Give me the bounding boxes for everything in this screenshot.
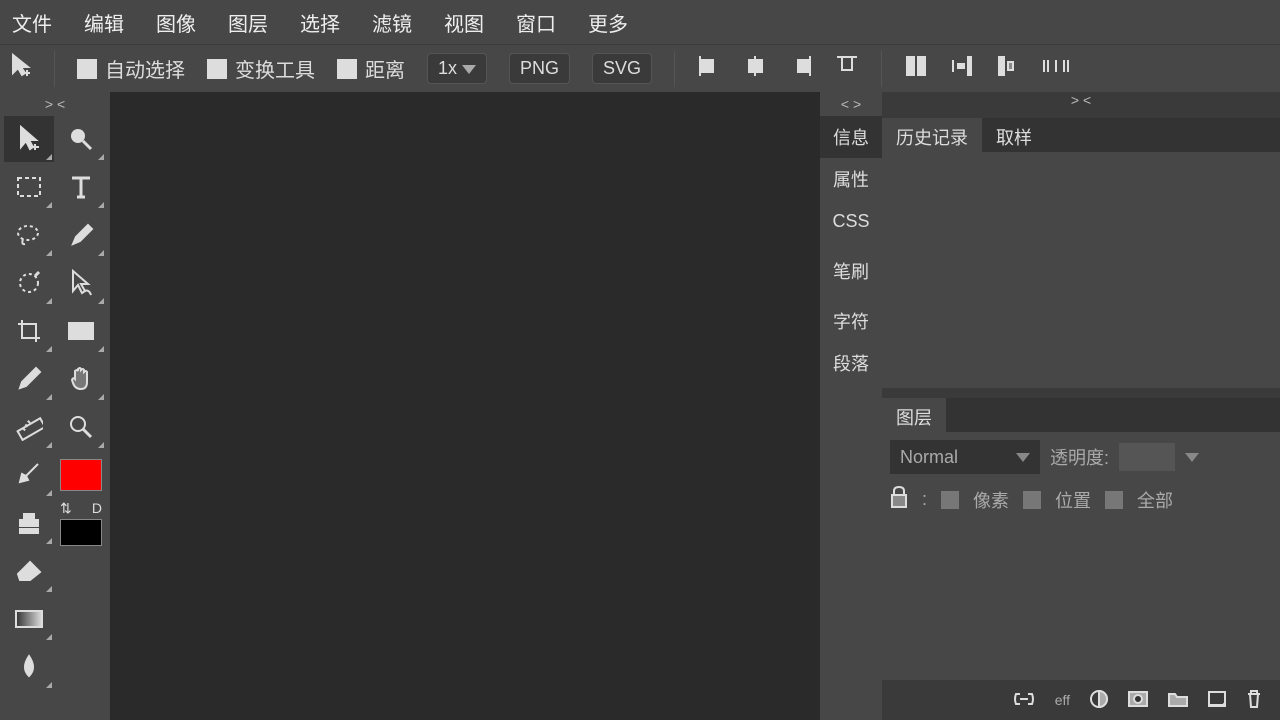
menu-select[interactable]: 选择 xyxy=(300,8,340,37)
tab-info[interactable]: 信息 xyxy=(820,116,882,158)
menu-more[interactable]: 更多 xyxy=(588,8,628,37)
menu-image[interactable]: 图像 xyxy=(156,8,196,37)
marquee-tool[interactable] xyxy=(4,164,54,210)
layers-list[interactable] xyxy=(882,527,1280,680)
distribute-4-icon[interactable] xyxy=(1042,54,1070,84)
move-tool-icon xyxy=(10,53,32,85)
tab-paragraph[interactable]: 段落 xyxy=(820,342,882,384)
rectangle-tool[interactable] xyxy=(56,308,106,354)
menu-bar: 文件 编辑 图像 图层 选择 滤镜 视图 窗口 更多 xyxy=(0,0,1280,44)
distribute-1-icon[interactable] xyxy=(904,54,928,84)
blur-tool[interactable] xyxy=(4,644,54,690)
move-tool[interactable] xyxy=(4,116,54,162)
tabs-dock-toggle[interactable]: < > xyxy=(820,96,882,112)
menu-view[interactable]: 视图 xyxy=(444,8,484,37)
eraser-tool[interactable] xyxy=(4,548,54,594)
auto-select-checkbox[interactable]: 自动选择 xyxy=(77,54,185,83)
default-colors-icon: D xyxy=(92,500,102,517)
hand-tool[interactable] xyxy=(56,356,106,402)
magnify-tool[interactable] xyxy=(56,116,106,162)
align-left-icon[interactable] xyxy=(697,54,721,84)
layer-effects-button[interactable]: eff xyxy=(1055,692,1070,708)
tab-history[interactable]: 历史记录 xyxy=(882,118,982,152)
tab-character[interactable]: 字符 xyxy=(820,300,882,342)
distribute-2-icon[interactable] xyxy=(950,54,974,84)
gradient-tool[interactable] xyxy=(4,596,54,642)
adjustment-layer-icon[interactable] xyxy=(1090,690,1108,711)
align-right-icon[interactable] xyxy=(789,54,813,84)
menu-layer[interactable]: 图层 xyxy=(228,8,268,37)
background-color[interactable]: ⇅D xyxy=(56,500,106,546)
transform-checkbox[interactable]: 变换工具 xyxy=(207,54,315,83)
export-svg-button[interactable]: SVG xyxy=(592,53,652,84)
ruler-tool[interactable] xyxy=(4,404,54,450)
distance-checkbox[interactable]: 距离 xyxy=(337,54,405,83)
menu-window[interactable]: 窗口 xyxy=(516,8,556,37)
tab-props[interactable]: 属性 xyxy=(820,158,882,200)
layers-panel-header: Normal 透明度: : 像素 位置 全部 xyxy=(882,432,1280,527)
tools-sidebar: > < ⇅D xyxy=(0,92,110,720)
rpan-dock-toggle[interactable]: > < xyxy=(882,92,1280,118)
new-folder-icon[interactable] xyxy=(1168,691,1188,710)
history-panel-body xyxy=(882,152,1280,388)
delete-layer-icon[interactable] xyxy=(1246,690,1262,711)
tab-layers[interactable]: 图层 xyxy=(882,398,946,432)
lock-all-checkbox[interactable] xyxy=(1105,491,1123,509)
crop-tool[interactable] xyxy=(4,308,54,354)
distribute-3-icon[interactable] xyxy=(996,54,1020,84)
swap-colors-icon: ⇅ xyxy=(60,500,72,517)
magic-wand-tool[interactable] xyxy=(4,260,54,306)
layer-mask-icon[interactable] xyxy=(1128,691,1148,710)
right-panels: > < 历史记录 取样 图层 Normal 透明度: : 像素 位置 全部 xyxy=(882,92,1280,720)
type-tool[interactable] xyxy=(56,164,106,210)
opacity-input[interactable] xyxy=(1119,443,1175,471)
tab-brush[interactable]: 笔刷 xyxy=(820,250,882,292)
brush-tool[interactable] xyxy=(4,452,54,498)
layers-panel-tabs: 图层 xyxy=(882,398,1280,432)
menu-edit[interactable]: 编辑 xyxy=(84,8,124,37)
history-panel-tabs: 历史记录 取样 xyxy=(882,118,1280,152)
collapsed-panels: < > 信息 属性 CSS 笔刷 字符 段落 xyxy=(820,92,882,720)
lock-pixels-checkbox[interactable] xyxy=(941,491,959,509)
lasso-tool[interactable] xyxy=(4,212,54,258)
menu-filter[interactable]: 滤镜 xyxy=(372,8,412,37)
pen-tool[interactable] xyxy=(56,212,106,258)
export-zoom-dropdown[interactable]: 1x xyxy=(427,53,487,84)
align-top-icon[interactable] xyxy=(835,54,859,84)
blend-mode-dropdown[interactable]: Normal xyxy=(890,440,1040,474)
tab-sample[interactable]: 取样 xyxy=(982,118,1046,152)
zoom-tool[interactable] xyxy=(56,404,106,450)
foreground-color[interactable] xyxy=(56,452,106,498)
canvas-area[interactable] xyxy=(110,92,820,720)
new-layer-icon[interactable] xyxy=(1208,691,1226,710)
tab-css[interactable]: CSS xyxy=(820,200,882,242)
path-select-tool[interactable] xyxy=(56,260,106,306)
clone-stamp-tool[interactable] xyxy=(4,500,54,546)
tools-dock-toggle[interactable]: > < xyxy=(0,96,110,112)
opacity-label: 透明度: xyxy=(1050,444,1109,470)
options-bar: 自动选择 变换工具 距离 1x PNG SVG xyxy=(0,44,1280,92)
link-layers-icon[interactable] xyxy=(1013,692,1035,709)
export-png-button[interactable]: PNG xyxy=(509,53,570,84)
lock-position-checkbox[interactable] xyxy=(1023,491,1041,509)
menu-file[interactable]: 文件 xyxy=(12,8,52,37)
eyedropper-tool[interactable] xyxy=(4,356,54,402)
opacity-dropdown-icon[interactable] xyxy=(1185,453,1199,462)
lock-icon xyxy=(890,486,908,513)
layers-footer: eff xyxy=(882,680,1280,720)
align-center-h-icon[interactable] xyxy=(743,54,767,84)
